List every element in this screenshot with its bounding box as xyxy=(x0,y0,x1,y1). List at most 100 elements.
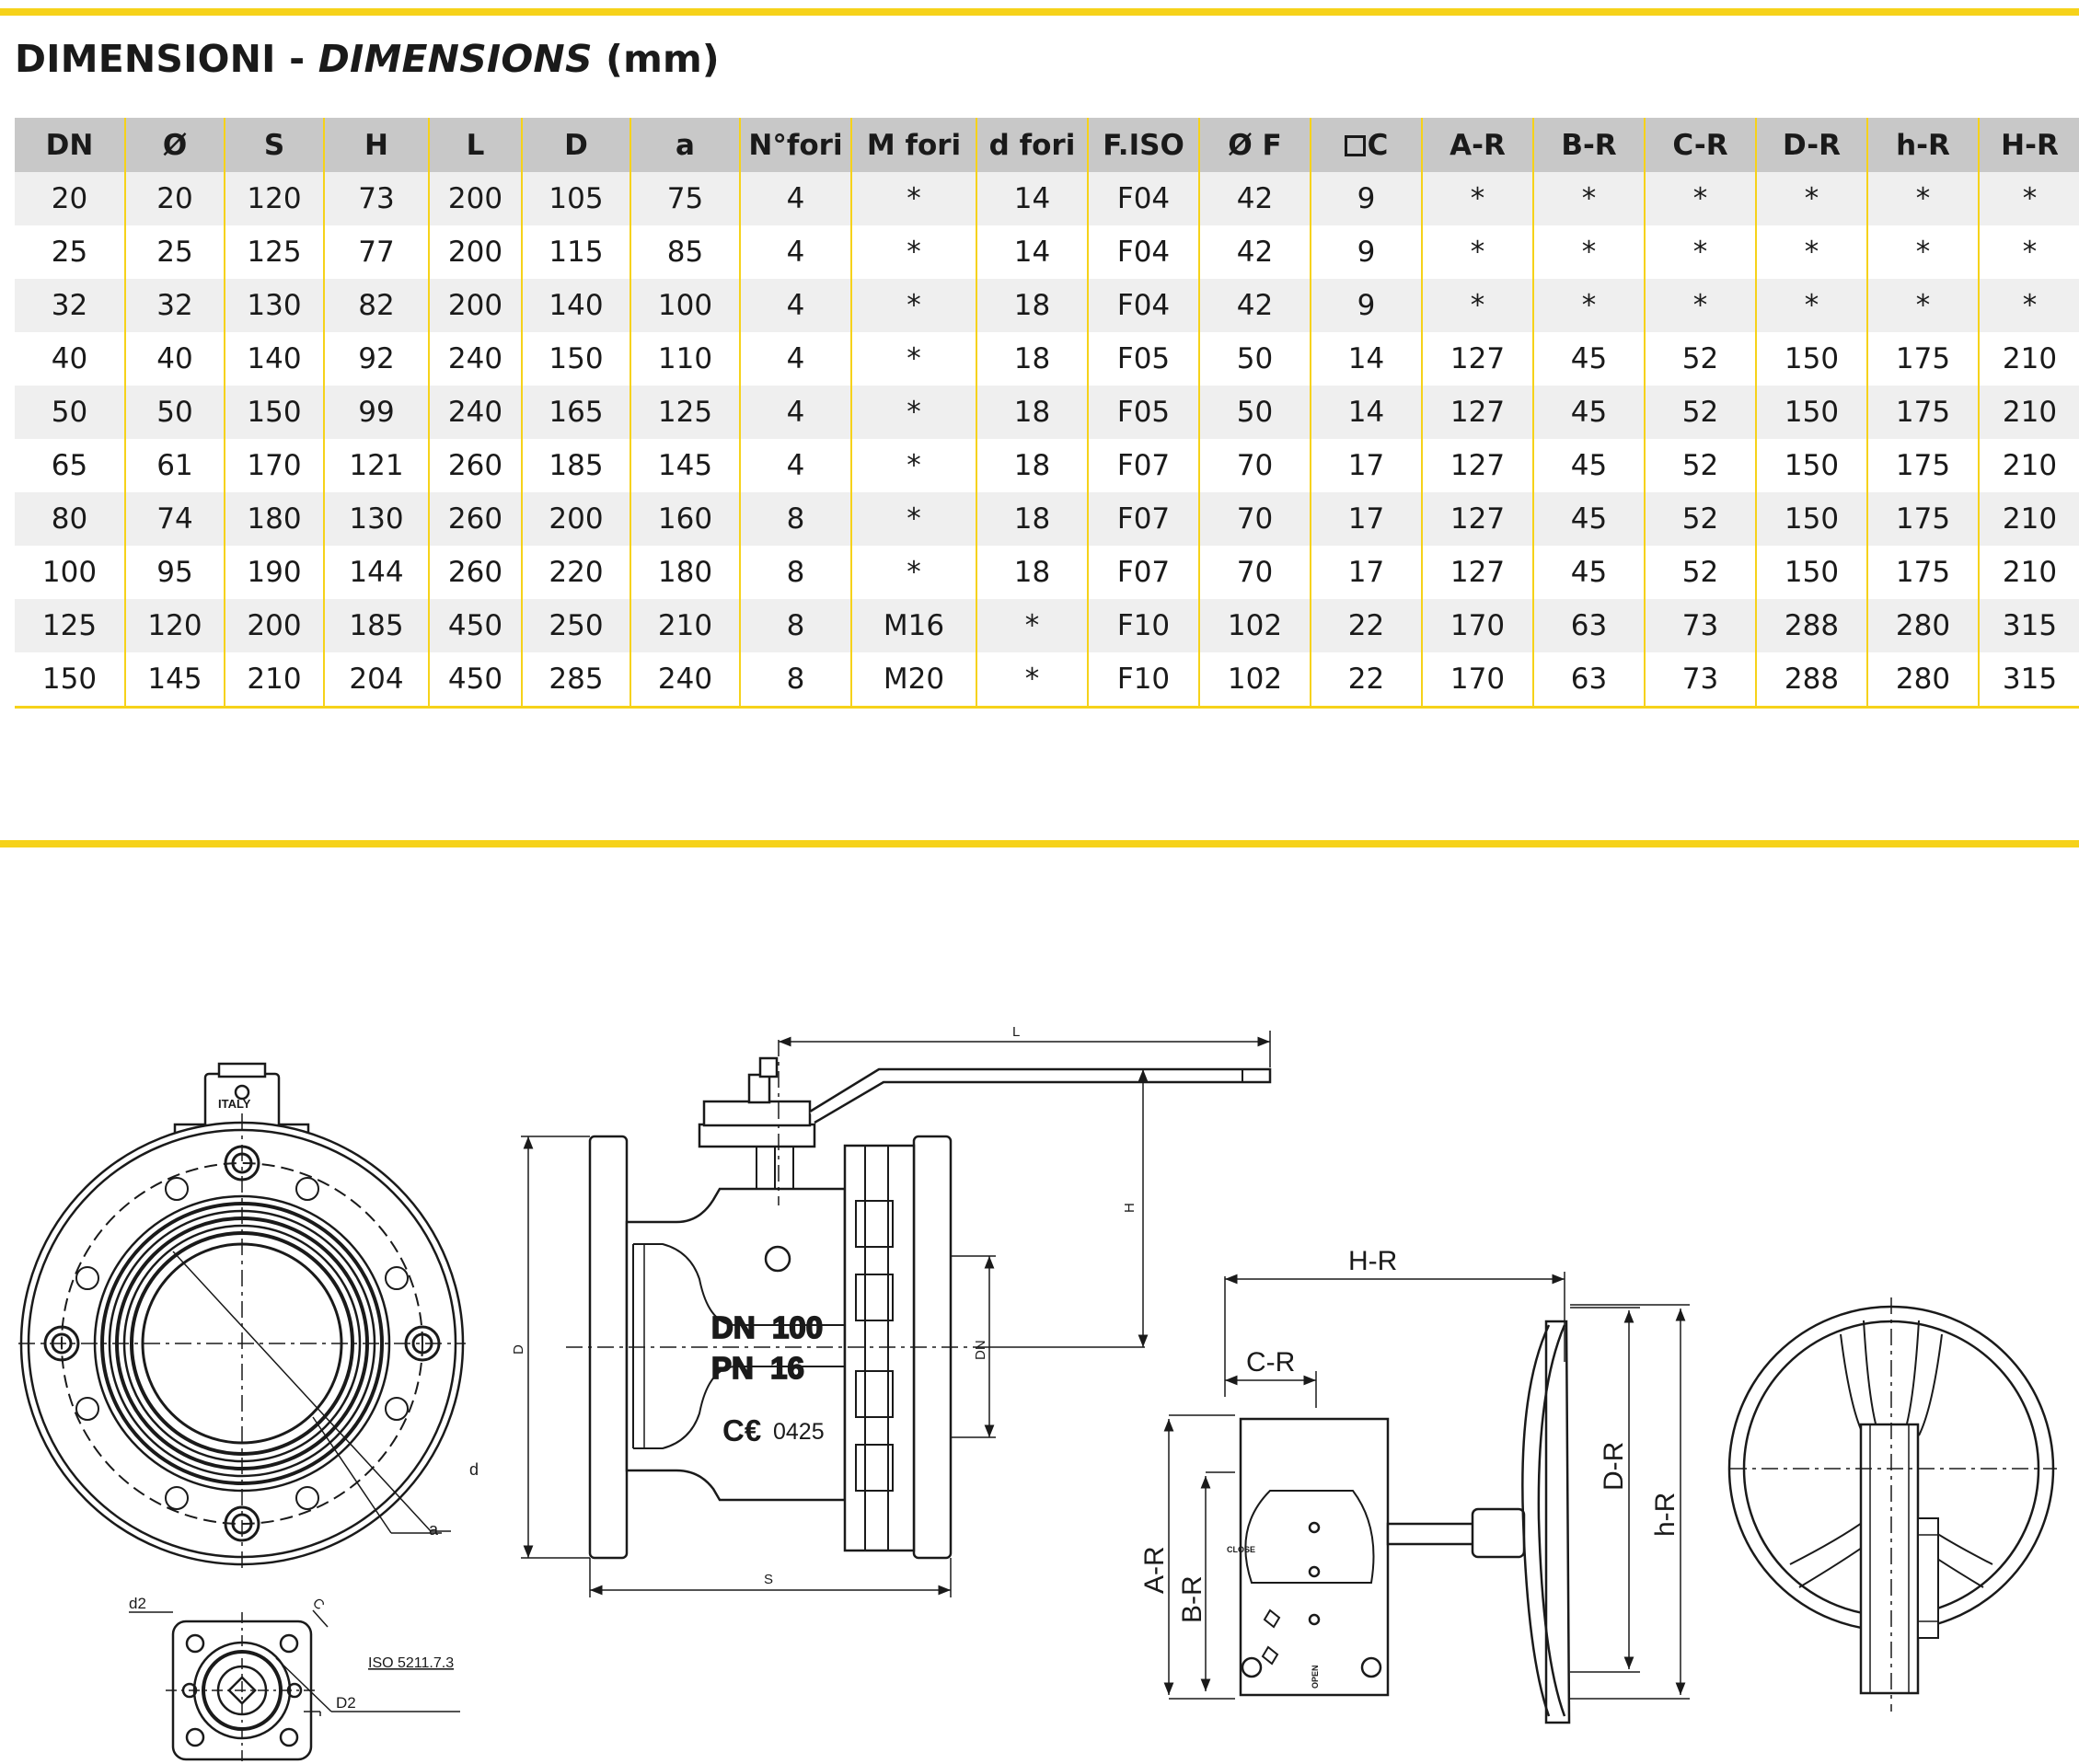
table-cell: * xyxy=(1421,225,1533,279)
title-italic: DIMENSIONS xyxy=(318,37,593,81)
table-cell: * xyxy=(850,332,976,386)
table-cell: 22 xyxy=(1310,599,1422,652)
front-d-label: d xyxy=(469,1460,479,1479)
table-row: 50 50 150 99 240 165 125 4 * 18 F05 50 14 127 45 52 150 1… xyxy=(15,386,2079,439)
table-cell: 52 xyxy=(1644,386,1756,439)
side-view-drawing xyxy=(521,1031,1272,1597)
side-ce-number: 0425 xyxy=(773,1419,825,1445)
table-cell: 74 xyxy=(124,492,225,546)
table-cell: 200 xyxy=(428,279,522,332)
gearbox-side-drawing xyxy=(1163,1272,1690,1724)
table-cell: 85 xyxy=(629,225,740,279)
table-cell: 32 xyxy=(15,279,125,332)
table-cell: 4 xyxy=(739,386,851,439)
table-cell: 144 xyxy=(323,546,429,599)
table-cell: 200 xyxy=(428,225,522,279)
column-header-label: D-R xyxy=(1782,128,1842,162)
column-header-label: F.ISO xyxy=(1103,128,1184,162)
gear-HR-label: H-R xyxy=(1348,1246,1397,1276)
table-cell: F04 xyxy=(1087,225,1199,279)
flange-D2-label: D2 xyxy=(336,1694,356,1712)
table-cell: 45 xyxy=(1532,492,1645,546)
side-mark-dn: DN 100 xyxy=(711,1310,823,1344)
table-cell: 315 xyxy=(1978,599,2079,652)
table-cell: * xyxy=(850,386,976,439)
table-cell: 120 xyxy=(224,172,324,225)
table-cell: 52 xyxy=(1644,332,1756,386)
table-cell: 145 xyxy=(629,439,740,492)
table-cell: 210 xyxy=(1978,439,2079,492)
table-cell: 45 xyxy=(1532,332,1645,386)
side-ce-mark: C€ xyxy=(722,1413,761,1447)
gear-BR-label: B-R xyxy=(1177,1575,1207,1623)
table-cell: 185 xyxy=(323,599,429,652)
table-cell: 200 xyxy=(224,599,324,652)
table-cell: * xyxy=(850,492,976,546)
column-header: N°fori xyxy=(739,118,851,172)
column-header-label: B-R xyxy=(1561,128,1617,162)
column-header-label: S xyxy=(263,128,285,162)
gear-hR-label: h-R xyxy=(1650,1493,1681,1537)
table-cell: 82 xyxy=(323,279,429,332)
table-cell: 25 xyxy=(124,225,225,279)
table-cell: 450 xyxy=(428,599,522,652)
table-cell: 20 xyxy=(124,172,225,225)
table-cell: 204 xyxy=(323,652,429,709)
front-italy-label: ITALY xyxy=(218,1097,251,1111)
technical-drawings: ITALY d a d2 C ISO 5211.7.3 D2 L H D DN … xyxy=(18,1024,2057,1764)
table-cell: * xyxy=(1644,279,1756,332)
table-cell: 285 xyxy=(521,652,630,709)
column-header-label: a xyxy=(676,128,695,162)
table-cell: 102 xyxy=(1198,599,1311,652)
table-row: 125 120 200 185 450 250 210 8 M16 * F10 102 22 170 63 7… xyxy=(15,599,2079,652)
table-cell: 125 xyxy=(224,225,324,279)
column-header: A-R xyxy=(1421,118,1533,172)
table-cell: F10 xyxy=(1087,652,1199,709)
column-header: B-R xyxy=(1532,118,1645,172)
table-cell: 45 xyxy=(1532,386,1645,439)
table-cell: * xyxy=(1866,172,1979,225)
table-cell: F05 xyxy=(1087,386,1199,439)
table-cell: 42 xyxy=(1198,225,1311,279)
table-cell: 9 xyxy=(1310,279,1422,332)
handwheel-front-drawing xyxy=(1727,1297,2057,1712)
table-cell: 17 xyxy=(1310,492,1422,546)
flange-detail-drawing xyxy=(129,1609,460,1764)
table-row: 150 145 210 204 450 285 240 8 M20 * F10 102 22 170 63 7… xyxy=(15,652,2079,709)
table-cell: M16 xyxy=(850,599,976,652)
column-header-label: h-R xyxy=(1896,128,1950,162)
table-cell: 190 xyxy=(224,546,324,599)
table-cell: 18 xyxy=(976,332,1088,386)
table-cell: 14 xyxy=(976,225,1088,279)
table-row: 65 61 170 121 260 185 145 4 * 18 F07 70 17 127 45 52 150… xyxy=(15,439,2079,492)
table-cell: 120 xyxy=(124,599,225,652)
table-row: 32 32 130 82 200 140 100 4 * 18 F04 42 9 * * * * * * xyxy=(15,279,2079,332)
table-cell: * xyxy=(1644,172,1756,225)
table-cell: 125 xyxy=(15,599,125,652)
table-cell: 125 xyxy=(629,386,740,439)
table-cell: F04 xyxy=(1087,279,1199,332)
table-header-row: DN Ø S H L Da N°fori M fori d fori F.ISO Ø F C A-R B-… xyxy=(15,118,2079,172)
table-cell: 17 xyxy=(1310,546,1422,599)
table-cell: * xyxy=(1755,279,1867,332)
table-cell: 50 xyxy=(124,386,225,439)
table-cell: 210 xyxy=(224,652,324,709)
table-cell: 170 xyxy=(1421,652,1533,709)
table-cell: 110 xyxy=(629,332,740,386)
table-cell: * xyxy=(1532,279,1645,332)
side-DN-label: DN xyxy=(973,1340,988,1360)
table-cell: 4 xyxy=(739,439,851,492)
table-cell: 315 xyxy=(1978,652,2079,709)
table-cell: 210 xyxy=(1978,332,2079,386)
table-cell: 150 xyxy=(1755,386,1867,439)
table-cell: * xyxy=(1755,172,1867,225)
table-cell: 95 xyxy=(124,546,225,599)
table-cell: 180 xyxy=(629,546,740,599)
table-cell: 127 xyxy=(1421,492,1533,546)
table-cell: 165 xyxy=(521,386,630,439)
table-cell: * xyxy=(1755,225,1867,279)
side-mark-pn: PN 16 xyxy=(711,1351,804,1385)
table-body: 20 20 120 73 200 105 75 4 * 14 F04 42 9 * * * * * * 25 25 125… xyxy=(15,172,2079,709)
table-cell: 170 xyxy=(224,439,324,492)
table-cell: 8 xyxy=(739,599,851,652)
